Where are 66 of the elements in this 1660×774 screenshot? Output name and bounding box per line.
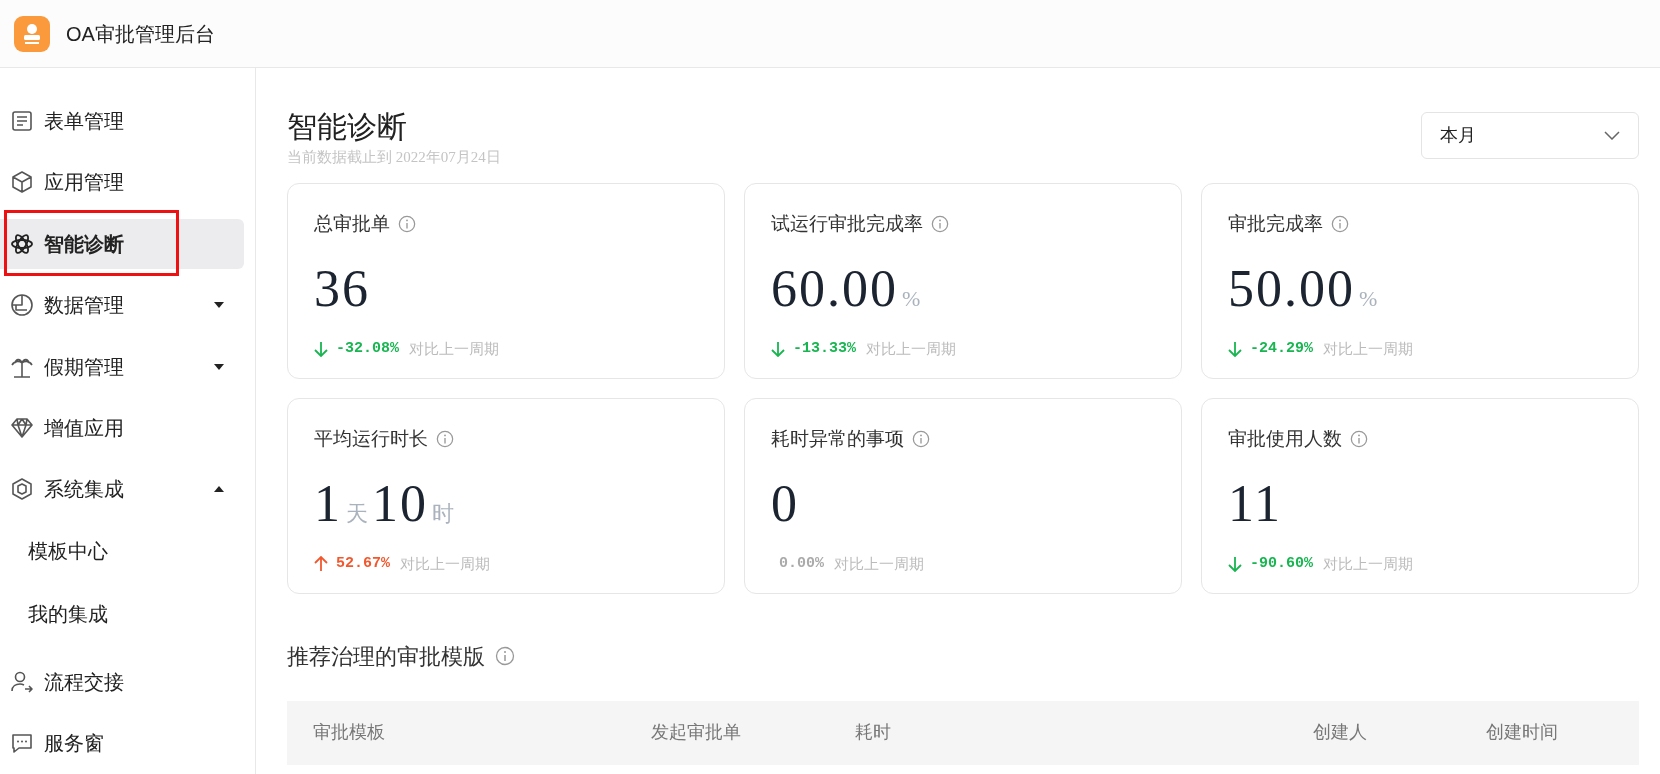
stat-unit: 天 (346, 500, 368, 528)
chevron-down-icon (1604, 131, 1620, 140)
stat-unit: % (902, 285, 921, 313)
info-icon (398, 214, 416, 233)
change-percent: 0.00% (779, 554, 824, 574)
arrow-down-icon (1228, 556, 1242, 573)
page-title: 智能诊断 (287, 109, 408, 145)
stat-label: 试运行审批完成率 (771, 211, 923, 236)
change-percent: -90.60% (1250, 554, 1313, 574)
sidebar-item[interactable]: 增值应用 (0, 403, 244, 453)
stat-label: 总审批单 (314, 211, 390, 236)
sidebar-subitem[interactable]: 模板中心 (0, 520, 245, 583)
sidebar-item[interactable]: 假期管理 (0, 341, 244, 392)
arrow-down-icon (1228, 341, 1242, 358)
change-percent: -24.29% (1250, 339, 1313, 359)
stat-label: 审批完成率 (1228, 211, 1323, 236)
document-icon (10, 108, 34, 133)
column-header: 耗时 (855, 721, 892, 744)
stat-value: 60.00 (771, 259, 898, 319)
stat-value: 1 (314, 474, 342, 534)
cube-icon (10, 170, 34, 195)
change-percent: 52.67% (336, 554, 390, 574)
app-title: OA审批管理后台 (66, 21, 215, 47)
info-icon (1350, 429, 1368, 448)
sidebar-item[interactable]: 流程交接 (0, 656, 244, 707)
sidebar-item[interactable]: 数据管理 (0, 280, 244, 331)
arrow-down-icon (314, 341, 328, 358)
stat-label: 审批使用人数 (1228, 426, 1342, 451)
sidebar-item[interactable]: 系统集成 (0, 464, 244, 515)
column-header: 审批模板 (312, 721, 386, 744)
sidebar-item[interactable]: 应用管理 (0, 157, 244, 208)
stat-label: 平均运行时长 (314, 426, 428, 451)
column-header: 创建人 (1313, 721, 1368, 744)
pie-chart-icon (10, 293, 34, 318)
sidebar-subitem[interactable]: 我的集成 (0, 582, 245, 646)
info-icon (436, 429, 454, 448)
stat-unit: % (1359, 285, 1378, 313)
stat-value: 50.00 (1228, 259, 1355, 319)
stat-value: 10 (372, 474, 428, 534)
column-header: 发起审批单 (651, 721, 742, 744)
sidebar-item[interactable]: 服务窗 (0, 718, 244, 769)
atom-icon (10, 231, 34, 256)
section-title: 推荐治理的审批模版 (287, 642, 485, 671)
info-icon (495, 646, 515, 666)
app-logo-icon (14, 15, 50, 52)
change-percent: -13.33% (793, 339, 856, 359)
stat-value: 36 (314, 259, 370, 319)
info-icon (931, 214, 949, 233)
column-header: 创建时间 (1486, 721, 1559, 744)
info-icon (1331, 214, 1349, 233)
hexagon-icon (10, 477, 34, 502)
stat-value: 0 (771, 474, 799, 534)
info-icon (912, 429, 930, 448)
arrow-down-icon (771, 341, 785, 358)
sidebar-item[interactable]: 智能诊断 (0, 218, 244, 269)
stat-unit: 时 (432, 500, 454, 528)
user-transfer-icon (10, 669, 34, 694)
chat-icon (10, 731, 34, 756)
stat-label: 耗时异常的事项 (771, 426, 904, 451)
change-percent: -32.08% (336, 339, 399, 359)
diamond-icon (10, 416, 34, 440)
period-select[interactable]: 本月 (1421, 112, 1639, 159)
stat-value: 11 (1228, 474, 1283, 534)
sidebar-item[interactable]: 表单管理 (0, 95, 244, 146)
data-cutoff-text: 当前数据截止到 2022年07月24日 (287, 148, 501, 167)
arrow-up-icon (314, 556, 328, 573)
